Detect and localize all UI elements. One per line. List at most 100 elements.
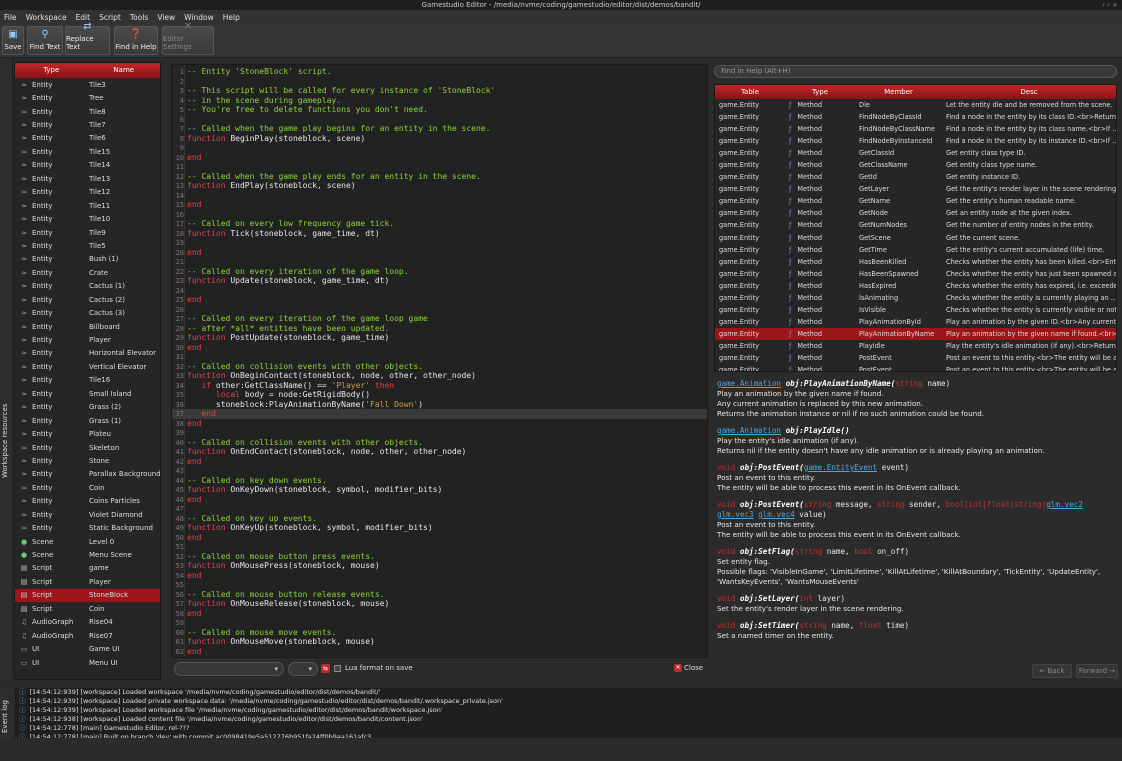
resource-row[interactable]: ≈ Entity Grass (1) (15, 414, 160, 427)
help-table-row[interactable]: game.Entity ƒ Method GetNumNodes Get the num… (715, 219, 1116, 231)
options-combo[interactable]: ▾ (288, 662, 318, 676)
resource-row[interactable]: ≈ Entity Coins Particles (15, 495, 160, 508)
help-table-row[interactable]: game.Entity ƒ Method HasBeenKilled Checks wh… (715, 256, 1116, 268)
resource-row[interactable]: ≈ Entity Coin (15, 481, 160, 494)
find-in-help-button[interactable]: ❓ Find in Help (114, 26, 158, 55)
doc-type-link[interactable]: game.EntityEvent (804, 463, 877, 472)
code-line[interactable]: 21 (172, 257, 707, 267)
resource-row[interactable]: ≈ Entity Tile5 (15, 239, 160, 252)
code-line[interactable]: 24 (172, 286, 707, 296)
code-line[interactable]: 18 function Tick(stoneblock, game_time, d… (172, 229, 707, 239)
code-line[interactable]: 3 -- This script will be called for every… (172, 86, 707, 96)
menu-view[interactable]: View (157, 13, 175, 22)
code-line[interactable]: 17 -- Called on every low frequency game … (172, 219, 707, 229)
resource-row[interactable]: ● Scene Menu Scene (15, 548, 160, 561)
code-line[interactable]: 51 (172, 542, 707, 552)
resource-row[interactable]: ▭ UI Game UI (15, 642, 160, 655)
panel-splitter[interactable] (0, 681, 1122, 687)
menu-script[interactable]: Script (99, 13, 121, 22)
code-line[interactable]: 6 (172, 115, 707, 125)
close-button[interactable]: Close (684, 664, 703, 672)
code-line[interactable]: 45 function OnKeyDown(stoneblock, symbol,… (172, 485, 707, 495)
help-table-row[interactable]: game.Entity ƒ Method PlayAnimationByName Pla… (715, 327, 1116, 340)
resource-row[interactable]: ≈ Entity Vertical Elevator (15, 360, 160, 373)
code-line[interactable]: 48 -- Called on key up events. (172, 514, 707, 524)
code-line[interactable]: 14 (172, 191, 707, 201)
code-line[interactable]: 38 end (172, 419, 707, 429)
resource-row[interactable]: ≈ Entity Horizontal Elevator (15, 347, 160, 360)
help-table-row[interactable]: game.Entity ƒ Method GetScene Get the curren… (715, 232, 1116, 244)
window-controls[interactable]: ‹ › × (1102, 0, 1118, 10)
help-table-row[interactable]: game.Entity ƒ Method HasExpired Checks wheth… (715, 280, 1116, 292)
code-line[interactable]: 9 (172, 143, 707, 153)
resource-row[interactable]: ≈ Entity Tile13 (15, 172, 160, 185)
code-line[interactable]: 36 stoneblock:PlayAnimationByName('Fall … (172, 400, 707, 410)
resource-row[interactable]: ♫ AudioGraph Rise04 (15, 616, 160, 629)
code-line[interactable]: 57 function OnMouseRelease(stoneblock, mo… (172, 599, 707, 609)
code-line[interactable]: 52 -- Called on mouse button press events… (172, 552, 707, 562)
code-line[interactable]: 54 end (172, 571, 707, 581)
code-line[interactable]: 13 function EndPlay(stoneblock, scene) (172, 181, 707, 191)
code-line[interactable]: 26 (172, 305, 707, 315)
doc-return-link[interactable]: game.Animation (717, 426, 781, 435)
code-editor[interactable]: 1 -- Entity 'StoneBlock' script. 2 3 -- This… (171, 64, 708, 658)
column-table[interactable]: Table (715, 85, 785, 99)
resource-row[interactable]: ≈ Entity Bush (1) (15, 253, 160, 266)
code-line[interactable]: 15 end (172, 200, 707, 210)
code-line[interactable]: 1 -- Entity 'StoneBlock' script. (172, 67, 707, 77)
resource-row[interactable]: ≈ Entity Cactus (3) (15, 306, 160, 319)
replace-text-button[interactable]: ⇄ Replace Text (65, 22, 110, 55)
help-table-row[interactable]: game.Entity ƒ Method HasBeenSpawned Checks w… (715, 268, 1116, 280)
code-line[interactable]: 39 (172, 428, 707, 438)
code-line[interactable]: 10 end (172, 153, 707, 163)
column-member[interactable]: Member (855, 85, 942, 99)
code-line[interactable]: 16 (172, 210, 707, 220)
find-combo[interactable]: ▾ (174, 662, 284, 676)
code-line[interactable]: 8 function BeginPlay(stoneblock, scene) (172, 134, 707, 144)
help-table[interactable]: Table Type Member Desc game.Entity ƒ Metho… (714, 84, 1117, 372)
help-table-row[interactable]: game.Entity ƒ Method PostEvent Post an event… (715, 352, 1116, 364)
resource-row[interactable]: ▤ Script StoneBlock (15, 588, 160, 603)
forward-button[interactable]: Forward → (1076, 664, 1118, 678)
code-line[interactable]: 23 function Update(stoneblock, game_time,… (172, 276, 707, 286)
event-log-tab[interactable]: Event log (0, 687, 13, 740)
code-line[interactable]: 12 -- Called when the game play ends for … (172, 172, 707, 182)
code-line[interactable]: 49 function OnKeyUp(stoneblock, symbol, m… (172, 523, 707, 533)
resource-row[interactable]: ≈ Entity Tile7 (15, 118, 160, 131)
workspace-resources-tab[interactable]: Workspace resources (0, 58, 13, 680)
code-line[interactable]: 32 -- Called on collision events with oth… (172, 362, 707, 372)
code-line[interactable]: 7 -- Called when the game play begins for… (172, 124, 707, 134)
resource-row[interactable]: ▭ UI Menu UI (15, 656, 160, 669)
code-line[interactable]: 42 end (172, 457, 707, 467)
resource-row[interactable]: ≈ Entity Static Background (15, 521, 160, 534)
resource-row[interactable]: ● Scene Level 0 (15, 535, 160, 548)
code-line[interactable]: 19 (172, 238, 707, 248)
help-table-row[interactable]: game.Entity ƒ Method IsAnimating Checks whet… (715, 292, 1116, 304)
editor-settings-button[interactable]: ✕ Editor Settings (162, 22, 214, 55)
code-line[interactable]: 47 (172, 504, 707, 514)
find-text-button[interactable]: ⚲ Find Text (27, 26, 63, 55)
code-line[interactable]: 56 -- Called on mouse button release even… (172, 590, 707, 600)
column-type[interactable]: Type (15, 63, 88, 78)
resource-row[interactable]: ≈ Entity Stone (15, 454, 160, 467)
resource-row[interactable]: ≈ Entity Billboard (15, 320, 160, 333)
code-line[interactable]: 35 local body = node:GetRigidBody() (172, 390, 707, 400)
resource-row[interactable]: ≈ Entity Tile10 (15, 212, 160, 225)
column-type[interactable]: Type (785, 85, 855, 99)
code-line[interactable]: 37 end (172, 409, 707, 419)
resource-row[interactable]: ≈ Entity Tile15 (15, 145, 160, 158)
code-line[interactable]: 27 -- Called on every iteration of the ga… (172, 314, 707, 324)
doc-type-link[interactable]: glm.vec2 (1046, 500, 1083, 509)
resource-row[interactable]: ≈ Entity Cactus (1) (15, 280, 160, 293)
resource-row[interactable]: ▤ Script Coin (15, 602, 160, 615)
code-line[interactable]: 22 -- Called on every iteration of the ga… (172, 267, 707, 277)
resource-row[interactable]: ≈ Entity Tile9 (15, 226, 160, 239)
help-table-row[interactable]: game.Entity ƒ Method GetClassId Get entity c… (715, 147, 1116, 159)
help-table-row[interactable]: game.Entity ƒ Method GetName Get the entity'… (715, 195, 1116, 207)
menu-tools[interactable]: Tools (130, 13, 148, 22)
code-line[interactable]: 50 end (172, 533, 707, 543)
help-table-row[interactable]: game.Entity ƒ Method GetLayer Get the entity… (715, 183, 1116, 195)
resource-row[interactable]: ≈ Entity Tile8 (15, 105, 160, 118)
code-line[interactable]: 4 -- in the scene during gameplay. (172, 96, 707, 106)
help-table-row[interactable]: game.Entity ƒ Method GetClassName Get entity… (715, 159, 1116, 171)
